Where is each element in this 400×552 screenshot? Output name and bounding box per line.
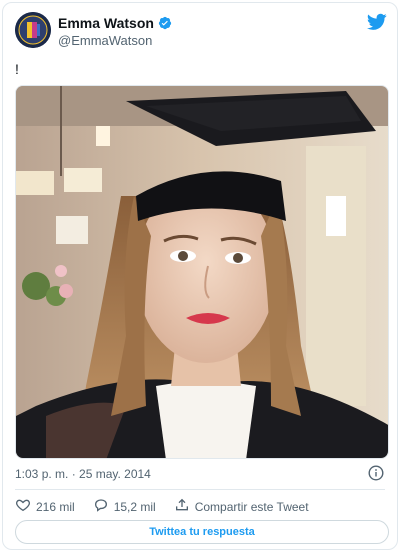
share-icon — [174, 497, 190, 516]
divider — [15, 489, 385, 490]
share-action[interactable]: Compartir este Tweet — [174, 497, 309, 516]
author-name[interactable]: Emma Watson — [58, 15, 154, 31]
like-action[interactable]: 216 mil — [15, 497, 75, 516]
verified-badge-icon — [158, 16, 172, 30]
reply-count: 15,2 mil — [113, 499, 156, 514]
tweet-text: ! — [15, 61, 19, 77]
share-label: Compartir este Tweet — [194, 499, 309, 514]
heart-icon — [15, 497, 31, 516]
twitter-bird-icon[interactable] — [366, 13, 387, 31]
reply-button[interactable]: Twittea tu respuesta — [15, 520, 389, 544]
graduation-selfie-photo[interactable] — [15, 85, 389, 459]
avatar[interactable] — [15, 12, 51, 48]
comment-icon — [93, 497, 109, 516]
tweet-actions: 216 mil 15,2 mil Compartir este Tweet — [15, 497, 327, 516]
author-handle[interactable]: @EmmaWatson — [58, 33, 152, 48]
tweet-card: Emma Watson @EmmaWatson ! 1:03 p. m. · 2… — [2, 2, 398, 550]
tweet-timestamp[interactable]: 1:03 p. m. · 25 may. 2014 — [15, 467, 151, 481]
like-count: 216 mil — [36, 499, 75, 514]
author-name-row[interactable]: Emma Watson — [58, 15, 172, 31]
info-icon[interactable] — [368, 465, 384, 481]
reply-action[interactable]: 15,2 mil — [93, 497, 156, 516]
